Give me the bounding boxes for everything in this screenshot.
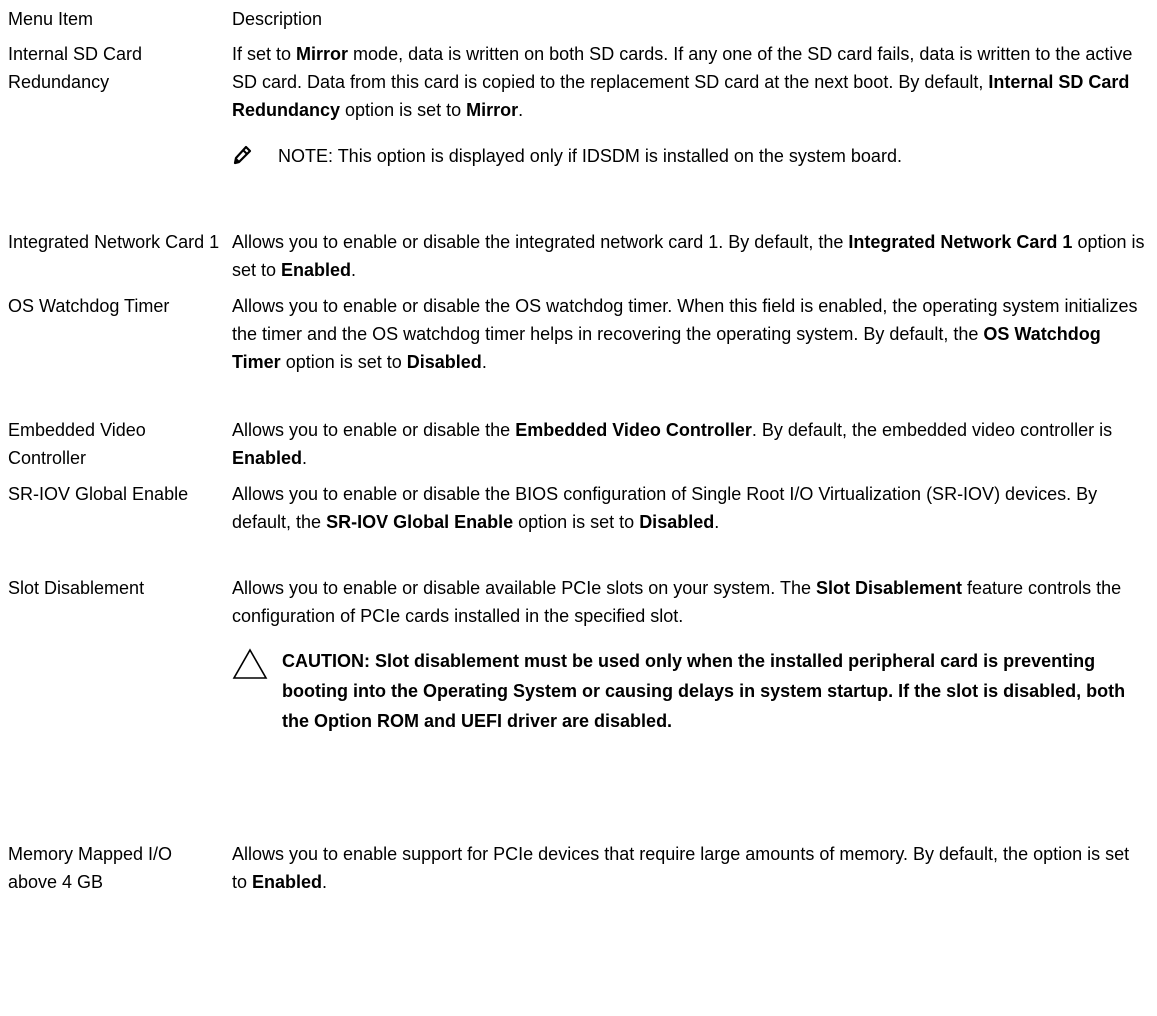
description-text: Allows you to enable or disable the BIOS… — [232, 480, 1149, 536]
caution-block: CAUTION: Slot disablement must be used o… — [232, 646, 1149, 736]
menu-item-label: SR-IOV Global Enable — [8, 484, 189, 504]
pencil-note-icon — [233, 145, 252, 165]
description-header: Description — [232, 9, 323, 29]
text-run: option is set to — [340, 100, 467, 120]
text-run: Allows you to enable or disable the — [232, 420, 516, 440]
bold-term: SR-IOV Global Enable — [326, 512, 514, 532]
text-run: . — [518, 100, 524, 120]
menu-item-label: Memory Mapped I/O above 4 GB — [8, 844, 173, 892]
text-run: . By default, the embedded video control… — [751, 420, 1113, 440]
table-row: Integrated Network Card 1 Allows you to … — [8, 228, 1149, 292]
description-text: Allows you to enable or disable the Embe… — [232, 416, 1149, 472]
text-run: . — [351, 260, 357, 280]
description-text: Allows you to enable or disable availabl… — [232, 574, 1149, 630]
table-row: OS Watchdog Timer Allows you to enable o… — [8, 292, 1149, 416]
menu-item-description: Allows you to enable or disable availabl… — [232, 574, 1149, 840]
text-run: . — [302, 448, 308, 468]
note-block: NOTE: This option is displayed only if I… — [232, 142, 1149, 170]
bold-term: Mirror — [296, 44, 349, 64]
text-run: option is set to — [280, 352, 407, 372]
text-run: . — [714, 512, 720, 532]
note-label: NOTE: — [278, 146, 334, 166]
caution-text: CAUTION: Slot disablement must be used o… — [282, 651, 1126, 731]
menu-item-description: Allows you to enable support for PCIe de… — [232, 840, 1149, 904]
table-row: Slot Disablement Allows you to enable or… — [8, 574, 1149, 840]
text-run: . — [322, 872, 328, 892]
description-text: Allows you to enable support for PCIe de… — [232, 840, 1149, 896]
text-run: . — [481, 352, 487, 372]
bold-term: Disabled — [639, 512, 715, 532]
description-text: Allows you to enable or disable the inte… — [232, 228, 1149, 284]
text-run: option is set to — [513, 512, 640, 532]
description-text: If set to Mirror mode, data is written o… — [232, 40, 1149, 124]
menu-item-description: Allows you to enable or disable the BIOS… — [232, 480, 1149, 574]
menu-item-description: If set to Mirror mode, data is written o… — [232, 40, 1149, 228]
text-run: Allows you to enable or disable availabl… — [232, 578, 816, 598]
menu-item-label: Internal SD Card Redundancy — [8, 44, 143, 92]
table-row: Embedded Video Controller Allows you to … — [8, 416, 1149, 480]
table-row: Internal SD Card Redundancy If set to Mi… — [8, 40, 1149, 228]
bold-term: Mirror — [466, 100, 519, 120]
menu-item-header: Menu Item — [8, 9, 94, 29]
bold-term: Enabled — [281, 260, 352, 280]
text-run: Allows you to enable or disable the inte… — [232, 232, 849, 252]
bold-term: Integrated Network Card 1 — [848, 232, 1073, 252]
bold-term: Slot Disablement — [815, 578, 963, 598]
text-run: Allows you to enable support for PCIe de… — [232, 844, 1130, 892]
table-row: Memory Mapped I/O above 4 GB Allows you … — [8, 840, 1149, 904]
note-text: NOTE: This option is displayed only if I… — [278, 142, 1149, 170]
bold-term: Enabled — [252, 872, 323, 892]
menu-item-label: OS Watchdog Timer — [8, 296, 170, 316]
bold-term: Disabled — [406, 352, 482, 372]
menu-item-description: Allows you to enable or disable the inte… — [232, 228, 1149, 292]
document-page: Menu Item Description Internal SD Card R… — [0, 0, 1157, 1016]
bold-term: Enabled — [232, 448, 303, 468]
text-run: If set to — [232, 44, 297, 64]
menu-item-description: Allows you to enable or disable the OS w… — [232, 292, 1149, 416]
menu-item-label: Slot Disablement — [8, 578, 145, 598]
table-row: SR-IOV Global Enable Allows you to enabl… — [8, 480, 1149, 574]
description-text: Allows you to enable or disable the OS w… — [232, 292, 1149, 376]
bold-term: Embedded Video Controller — [515, 420, 752, 440]
warning-triangle-icon — [232, 648, 268, 679]
menu-item-label: Embedded Video Controller — [8, 420, 146, 468]
menu-item-description: Allows you to enable or disable the Embe… — [232, 416, 1149, 480]
table-header: Menu Item Description — [8, 2, 1149, 40]
menu-item-label: Integrated Network Card 1 — [8, 232, 220, 252]
note-body: This option is displayed only if IDSDM i… — [333, 146, 902, 166]
